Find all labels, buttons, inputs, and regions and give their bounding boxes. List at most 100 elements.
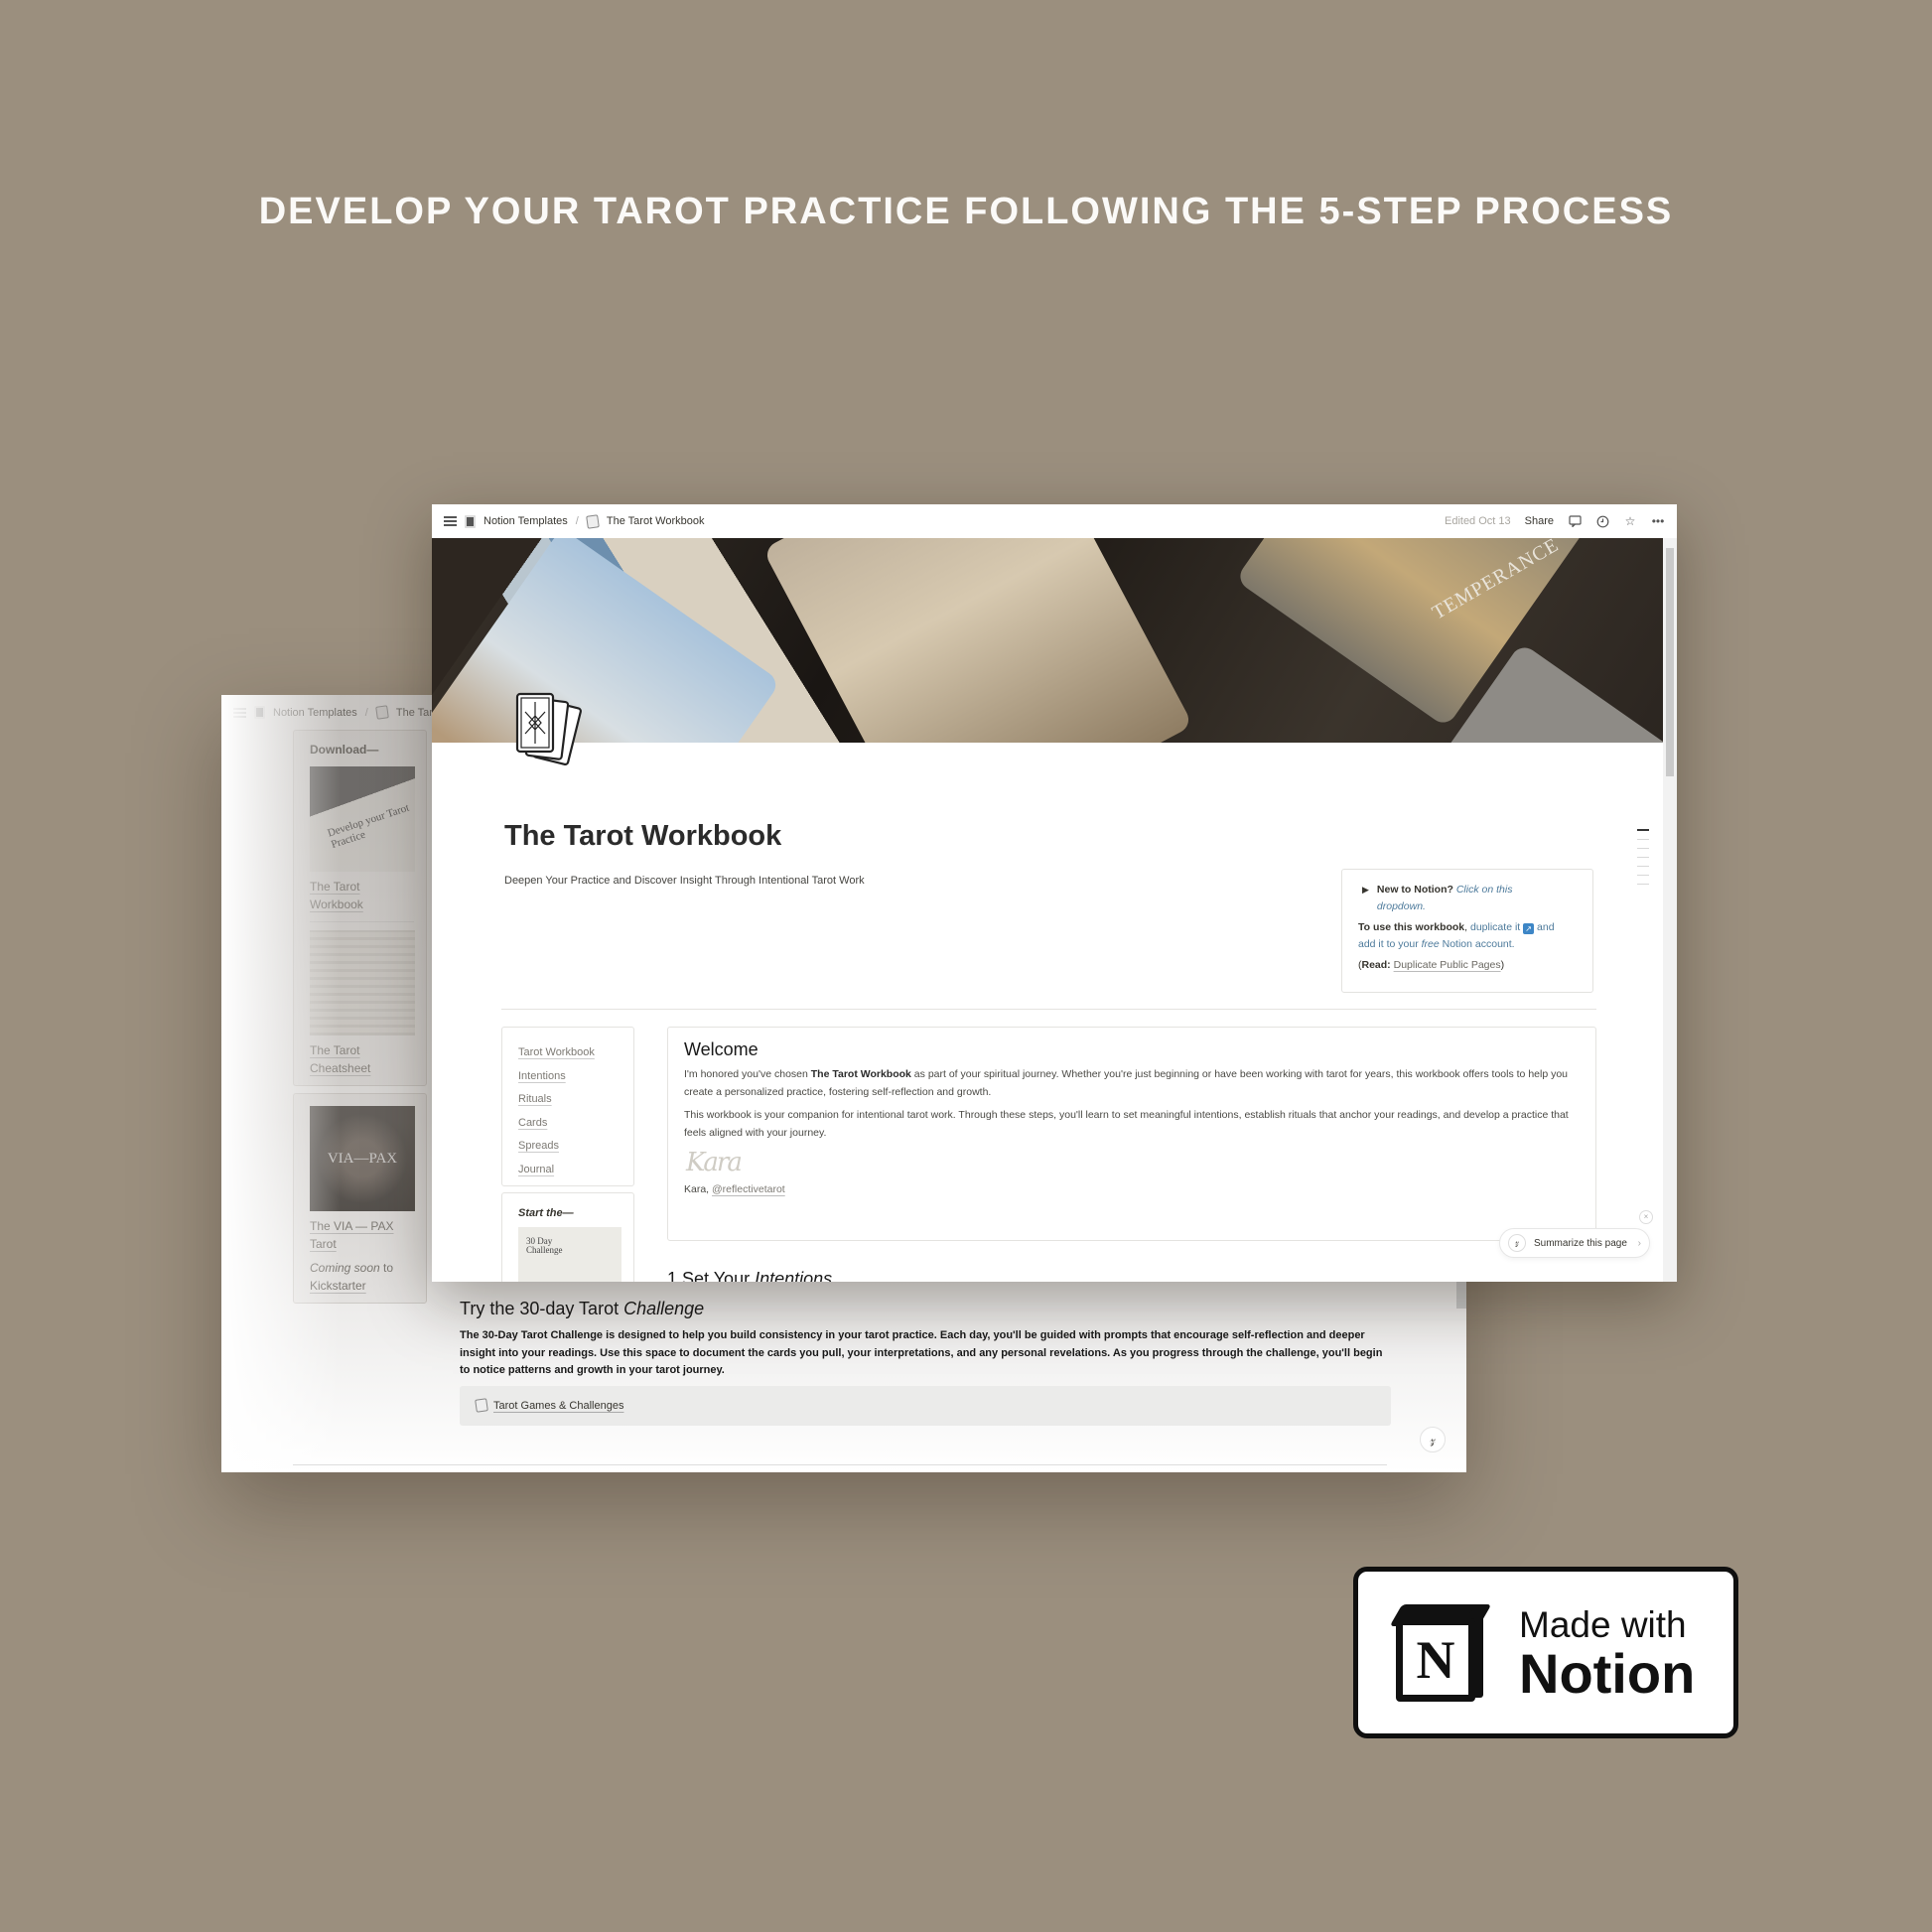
comment-icon[interactable] [1568, 514, 1582, 528]
duplicate-link[interactable]: duplicate it [1470, 921, 1520, 933]
notion-logo-icon: N [1389, 1600, 1492, 1706]
breadcrumb-parent[interactable]: Notion Templates [273, 707, 357, 719]
menu-icon[interactable] [233, 707, 246, 718]
duplicate-public-pages-link[interactable]: Duplicate Public Pages [1394, 959, 1501, 971]
scrollbar-thumb[interactable] [1666, 548, 1674, 776]
divider [293, 1464, 1387, 1465]
nav-link-journal[interactable]: Journal [518, 1159, 618, 1182]
link-label: Tarot Games & Challenges [493, 1399, 624, 1412]
scrollbar[interactable] [1663, 538, 1677, 1282]
thumbnail-text: VIA—PAX [327, 1150, 398, 1167]
summarize-label: Summarize this page [1534, 1237, 1627, 1249]
nav-link-rituals[interactable]: Rituals [518, 1088, 618, 1112]
made-with-notion-badge: N Made with Notion [1353, 1567, 1738, 1738]
history-clock-icon[interactable] [1595, 514, 1609, 528]
nav-link-tarot-workbook[interactable]: Tarot Workbook [518, 1041, 618, 1065]
use-bold-text: To use this workbook [1358, 921, 1465, 933]
link-line: Tarot [310, 1237, 337, 1251]
signature-image: Kara [686, 1148, 743, 1177]
favorite-star-icon[interactable]: ☆ [1623, 514, 1637, 528]
divider [501, 1009, 1596, 1010]
topbar-actions: Edited Oct 13 Share ☆ ••• [1445, 514, 1665, 528]
signoff: Kara, @reflectivetarot [684, 1183, 1580, 1195]
toc-line[interactable] [1637, 848, 1649, 849]
nav-link-cards[interactable]: Cards [518, 1112, 618, 1136]
add-text: Notion account. [1439, 938, 1515, 950]
tarot-cards-icon [586, 513, 600, 529]
breadcrumb-parent[interactable]: Notion Templates [483, 515, 568, 527]
heading-italic: Challenge [623, 1299, 705, 1318]
page-subtitle: Deepen Your Practice and Discover Insigh… [504, 875, 865, 887]
table-of-contents-minimap[interactable] [1637, 829, 1651, 893]
note-text: to [379, 1261, 394, 1275]
page-icon [465, 514, 476, 528]
notion-ai-button[interactable]: 𝓏 [1420, 1427, 1446, 1452]
topbar: Notion Templates / The Tarot Workbook Ed… [432, 504, 1677, 538]
challenge-thumbnail[interactable]: 30 Day Challenge [518, 1227, 621, 1282]
and-text: and [1534, 921, 1555, 933]
toc-line[interactable] [1637, 829, 1649, 831]
author-handle-link[interactable]: @reflectivetarot [712, 1183, 785, 1195]
use-instructions: To use this workbook, duplicate it ↗ and… [1358, 919, 1579, 953]
free-text: free [1421, 938, 1440, 950]
summarize-page-button[interactable]: 𝓏 Summarize this page › [1499, 1228, 1650, 1258]
heading-text: 1 Set Your [667, 1269, 756, 1282]
share-button[interactable]: Share [1525, 515, 1554, 527]
menu-icon[interactable] [444, 516, 457, 526]
badge-line2: Notion [1519, 1641, 1696, 1705]
via-pax-thumbnail[interactable]: VIA—PAX [310, 1106, 415, 1211]
toggle-triangle-icon[interactable]: ▶ [1362, 882, 1369, 915]
heading-text: Try the 30-day Tarot [460, 1299, 624, 1318]
start-challenge-box: Start the— 30 Day Challenge [501, 1192, 634, 1282]
new-to-notion-toggle[interactable]: ▶ New to Notion? Click on this dropdown. [1358, 882, 1579, 915]
section-heading-intentions: 1 Set Your Intentions [667, 1269, 832, 1282]
workbook-thumbnail[interactable]: Develop your Tarot Practice [310, 766, 415, 872]
link-line: Cheatsheet [310, 1061, 371, 1075]
notion-ai-icon: 𝓏 [1508, 1234, 1526, 1252]
cheatsheet-link[interactable]: The Tarot Cheatsheet [310, 1041, 414, 1077]
via-pax-link[interactable]: The VIA — PAX Tarot [310, 1217, 414, 1253]
toc-line[interactable] [1637, 875, 1649, 876]
toc-line[interactable] [1637, 857, 1649, 858]
more-options-icon[interactable]: ••• [1651, 514, 1665, 528]
breadcrumb-current[interactable]: The Tarot Workbook [607, 515, 705, 527]
welcome-callout: Welcome I'm honored you've chosen The Ta… [667, 1027, 1596, 1241]
external-link-icon[interactable]: ↗ [1523, 923, 1535, 934]
link-line: The VIA — PAX [310, 1219, 394, 1233]
toc-line[interactable] [1637, 884, 1649, 885]
scrollbar[interactable] [1456, 1281, 1466, 1309]
coming-soon-note: Coming soon to Kickstarter [310, 1259, 414, 1295]
close-icon[interactable]: × [1639, 1210, 1653, 1224]
tarot-games-link[interactable]: Tarot Games & Challenges [460, 1385, 1391, 1426]
headline: DEVELOP YOUR TAROT PRACTICE FOLLOWING TH… [258, 191, 1674, 232]
thumbnail-text: Develop your Tarot Practice [326, 801, 411, 852]
text: I'm honored you've chosen [684, 1068, 811, 1080]
paren: ) [1500, 959, 1505, 971]
nav-link-intentions[interactable]: Intentions [518, 1065, 618, 1089]
toggle-hint: Click on this [1455, 884, 1513, 896]
read-note: (Read: Duplicate Public Pages) [1358, 957, 1579, 974]
challenge-heading: Try the 30-day Tarot Challenge [460, 1299, 1391, 1319]
heading-italic: Intentions [755, 1269, 833, 1282]
author-name: Kara, [684, 1183, 713, 1195]
link-line: The Tarot [310, 880, 360, 894]
tarot-card-priestess [762, 538, 1193, 743]
toc-line[interactable] [1637, 839, 1649, 840]
workbook-link[interactable]: The Tarot Workbook [310, 878, 414, 913]
toggle-label: New to Notion? [1376, 884, 1453, 896]
challenge-section: Try the 30-day Tarot Challenge The 30-Da… [460, 1299, 1391, 1426]
nav-link-spreads[interactable]: Spreads [518, 1135, 618, 1159]
cheatsheet-thumbnail[interactable] [310, 930, 415, 1035]
link-line: The Tarot [310, 1043, 360, 1057]
welcome-heading: Welcome [684, 1039, 759, 1059]
start-heading: Start the— [518, 1207, 574, 1219]
toc-line[interactable] [1637, 866, 1649, 867]
tarot-cards-page-icon [515, 692, 582, 765]
page-title[interactable]: The Tarot Workbook [504, 820, 781, 853]
breadcrumb-separator: / [575, 515, 579, 527]
add-text: add it to your [1358, 938, 1422, 950]
cover-image: TEMPERANCE [432, 538, 1663, 743]
breadcrumb-separator: / [364, 706, 368, 719]
kickstarter-link[interactable]: Kickstarter [310, 1277, 414, 1295]
badge-text: Made with Notion [1519, 1604, 1695, 1702]
